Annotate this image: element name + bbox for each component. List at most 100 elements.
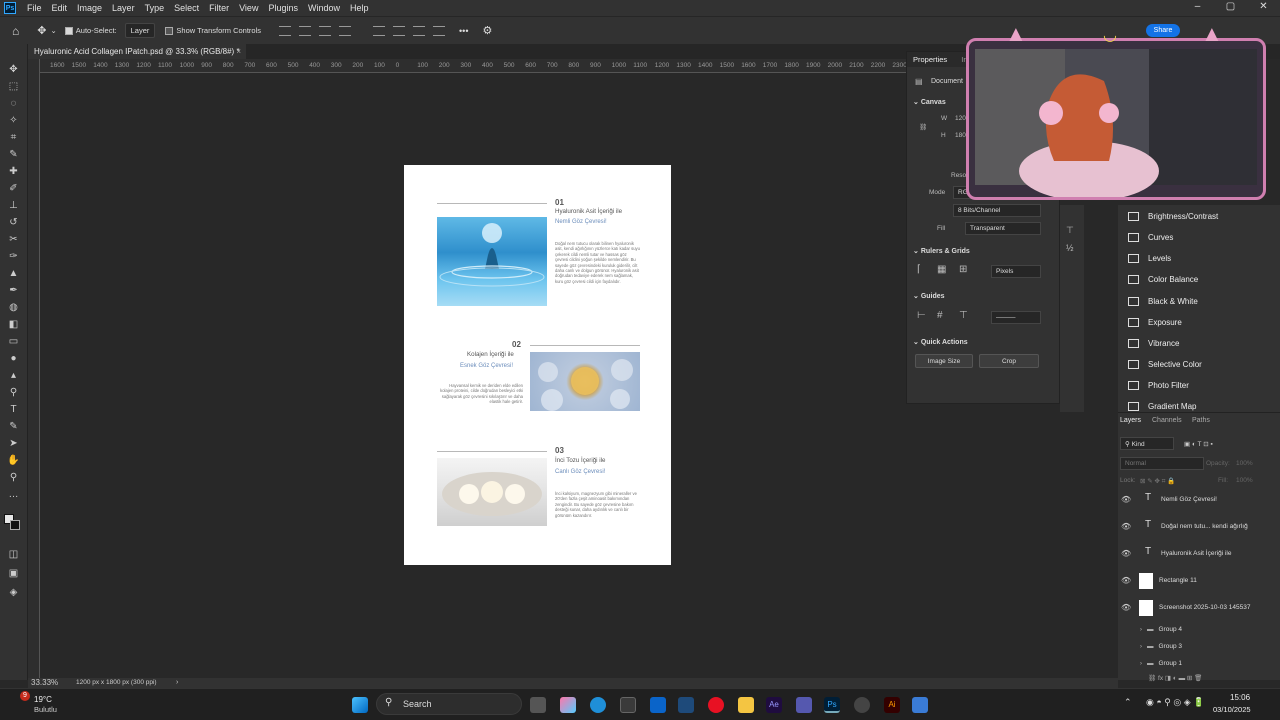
sharpen-icon[interactable]: ▴ — [7, 370, 20, 382]
menu-filter[interactable]: Filter — [204, 0, 234, 16]
teams-icon[interactable] — [796, 697, 812, 713]
bit-depth-dropdown[interactable]: 8 Bits/Channel — [953, 204, 1041, 217]
fill-value[interactable]: 100% — [1236, 477, 1253, 484]
auto-select-dropdown[interactable]: Layer — [124, 23, 156, 38]
history-brush-icon[interactable]: ↺ — [7, 217, 20, 229]
layer-row[interactable]: 👁 Rectangle 11 — [1118, 567, 1270, 594]
ruler-icon[interactable]: ⌈ — [917, 264, 921, 275]
group-row[interactable]: › ▬ Group 4 — [1118, 621, 1270, 638]
link-icon[interactable]: ⛓ — [919, 123, 927, 131]
show-transform-checkbox[interactable]: Show Transform Controls — [165, 26, 261, 35]
eye-icon[interactable]: 👁 — [1121, 495, 1131, 504]
adjustment-levels[interactable]: Levels — [1128, 254, 1171, 263]
eye-icon[interactable]: 👁 — [1121, 576, 1131, 585]
screen-mode-icon[interactable]: ▣ — [7, 568, 20, 580]
stamp-icon[interactable]: ▲ — [7, 268, 20, 280]
guide-style-dropdown[interactable]: ——— — [991, 311, 1041, 324]
clone-stamp-icon[interactable]: ⊥ — [7, 200, 20, 212]
hand-icon[interactable]: ✋ — [7, 455, 20, 467]
opacity-value[interactable]: 100% — [1236, 460, 1253, 467]
more-tools-icon[interactable]: … — [7, 489, 20, 501]
crop-button[interactable]: Crop — [979, 354, 1039, 368]
type-icon[interactable]: T — [7, 404, 20, 416]
gradient-icon[interactable]: ▭ — [7, 336, 20, 348]
crop-icon[interactable]: ⌗ — [7, 132, 20, 144]
clock-date[interactable]: 03/10/2025 — [1213, 705, 1251, 714]
group-row[interactable]: › ▬ Group 1 — [1118, 655, 1270, 672]
eye-icon[interactable]: 👁 — [1121, 549, 1131, 558]
layer-row[interactable]: 👁 T Nemli Göz Çevresi! — [1118, 486, 1270, 513]
align-icons[interactable] — [275, 25, 355, 36]
auto-select-checkbox[interactable]: Auto-Select: — [64, 26, 117, 35]
brush-alt-icon[interactable]: ✑ — [7, 251, 20, 263]
quick-actions-section-header[interactable]: ⌄ Quick Actions — [913, 338, 968, 346]
rulers-grids-section-header[interactable]: ⌄ Rulers & Grids — [913, 247, 970, 255]
outlook-icon[interactable] — [650, 697, 666, 713]
menu-select[interactable]: Select — [169, 0, 204, 16]
fill-icon[interactable]: ◍ — [7, 302, 20, 314]
adjustment-selective-color[interactable]: Selective Color — [1128, 360, 1202, 369]
chevron-right-icon[interactable]: › — [176, 678, 178, 688]
scissors-icon[interactable]: ✂ — [7, 234, 20, 246]
tab-paths[interactable]: Paths — [1192, 417, 1210, 424]
fraction-icon[interactable]: ½ — [1066, 243, 1074, 253]
image-size-button[interactable]: Image Size — [915, 354, 973, 368]
zoom-icon[interactable]: ⚲ — [7, 472, 20, 484]
menu-edit[interactable]: Edit — [47, 0, 73, 16]
edge-icon[interactable] — [590, 697, 606, 713]
adjustment-exposure[interactable]: Exposure — [1128, 318, 1182, 327]
taskbar-search[interactable]: ⚲ Search — [376, 693, 522, 715]
close-tab-icon[interactable]: × — [236, 44, 241, 59]
layer-kind-filter[interactable]: ⚲ Kind — [1120, 437, 1174, 450]
guide-icon[interactable]: ⊢ — [917, 310, 926, 321]
gear-icon[interactable]: ⚙ — [482, 24, 492, 37]
document-tab[interactable]: Hyaluronic Acid Collagen IPatch.psd @ 33… — [28, 44, 246, 59]
dodge-icon[interactable]: ⚲ — [7, 387, 20, 399]
weather-desc[interactable]: Bulutlu — [34, 705, 57, 714]
adjustment-photo-filter[interactable]: Photo Filter — [1128, 381, 1189, 390]
home-icon[interactable]: ⌂ — [12, 24, 19, 38]
adjustment-color-balance[interactable]: Color Balance — [1128, 275, 1198, 284]
guides-section-header[interactable]: ⌄ Guides — [913, 292, 945, 300]
chevron-down-icon[interactable]: ⌄ — [50, 26, 56, 35]
after-effects-icon[interactable]: Ae — [766, 697, 782, 713]
lock-icons[interactable]: ⊠ ✎ ✥ ⌗ 🔒 — [1140, 477, 1175, 486]
paragraph-icon[interactable]: ⊤ — [1066, 225, 1074, 236]
more-options-button[interactable]: ••• — [459, 26, 468, 36]
layer-filter-icons[interactable]: ▣ ◐ T ⊡ ▪ — [1184, 440, 1213, 448]
weather-temp[interactable]: 19°C — [34, 695, 52, 704]
units-dropdown[interactable]: Pixels — [991, 265, 1041, 278]
copilot-icon[interactable] — [560, 697, 576, 713]
share-icon[interactable]: ◈ — [7, 587, 20, 599]
healing-brush-icon[interactable]: ✚ — [7, 166, 20, 178]
eye-icon[interactable]: 👁 — [1121, 603, 1131, 612]
menu-help[interactable]: Help — [345, 0, 374, 16]
pen-icon[interactable]: ✎ — [7, 421, 20, 433]
eye-icon[interactable]: 👁 — [1121, 522, 1131, 531]
adjustment-curves[interactable]: Curves — [1128, 233, 1173, 242]
blend-mode-dropdown[interactable]: Normal — [1120, 457, 1204, 470]
menu-layer[interactable]: Layer — [107, 0, 140, 16]
art-brush-icon[interactable]: ✒ — [7, 285, 20, 297]
maximize-button[interactable]: ▢ — [1214, 0, 1247, 16]
menu-window[interactable]: Window — [303, 0, 345, 16]
windows-start-icon[interactable] — [352, 697, 368, 713]
chevron-right-icon[interactable]: › — [1118, 643, 1142, 650]
background-color-swatch[interactable] — [10, 520, 20, 530]
adjustment-black-white[interactable]: Black & White — [1128, 297, 1198, 306]
adjustment-vibrance[interactable]: Vibrance — [1128, 339, 1179, 348]
zoom-level[interactable]: 33.33% — [31, 678, 58, 688]
marquee-icon[interactable]: ⬚ — [7, 81, 20, 93]
monitor-app-icon[interactable] — [678, 697, 694, 713]
illustrator-icon[interactable]: Ai — [884, 697, 900, 713]
width-value[interactable]: 120 — [955, 115, 966, 122]
chevron-right-icon[interactable]: › — [1118, 660, 1142, 667]
layer-row[interactable]: 👁 Screenshot 2025-10-03 145537 — [1118, 594, 1270, 621]
layer-actions-icons[interactable]: ⛓ fx ◨ ◐ ▬ ⊞ 🗑 — [1148, 674, 1202, 682]
eraser-icon[interactable]: ◧ — [7, 319, 20, 331]
chevron-right-icon[interactable]: › — [1118, 626, 1142, 633]
menu-plugins[interactable]: Plugins — [263, 0, 303, 16]
canvas-section-header[interactable]: ⌄ Canvas — [913, 98, 946, 106]
tray-icons[interactable]: ◉ ◓ ⚲ ◎ ◈ 🔋 — [1146, 697, 1204, 708]
menu-view[interactable]: View — [234, 0, 263, 16]
